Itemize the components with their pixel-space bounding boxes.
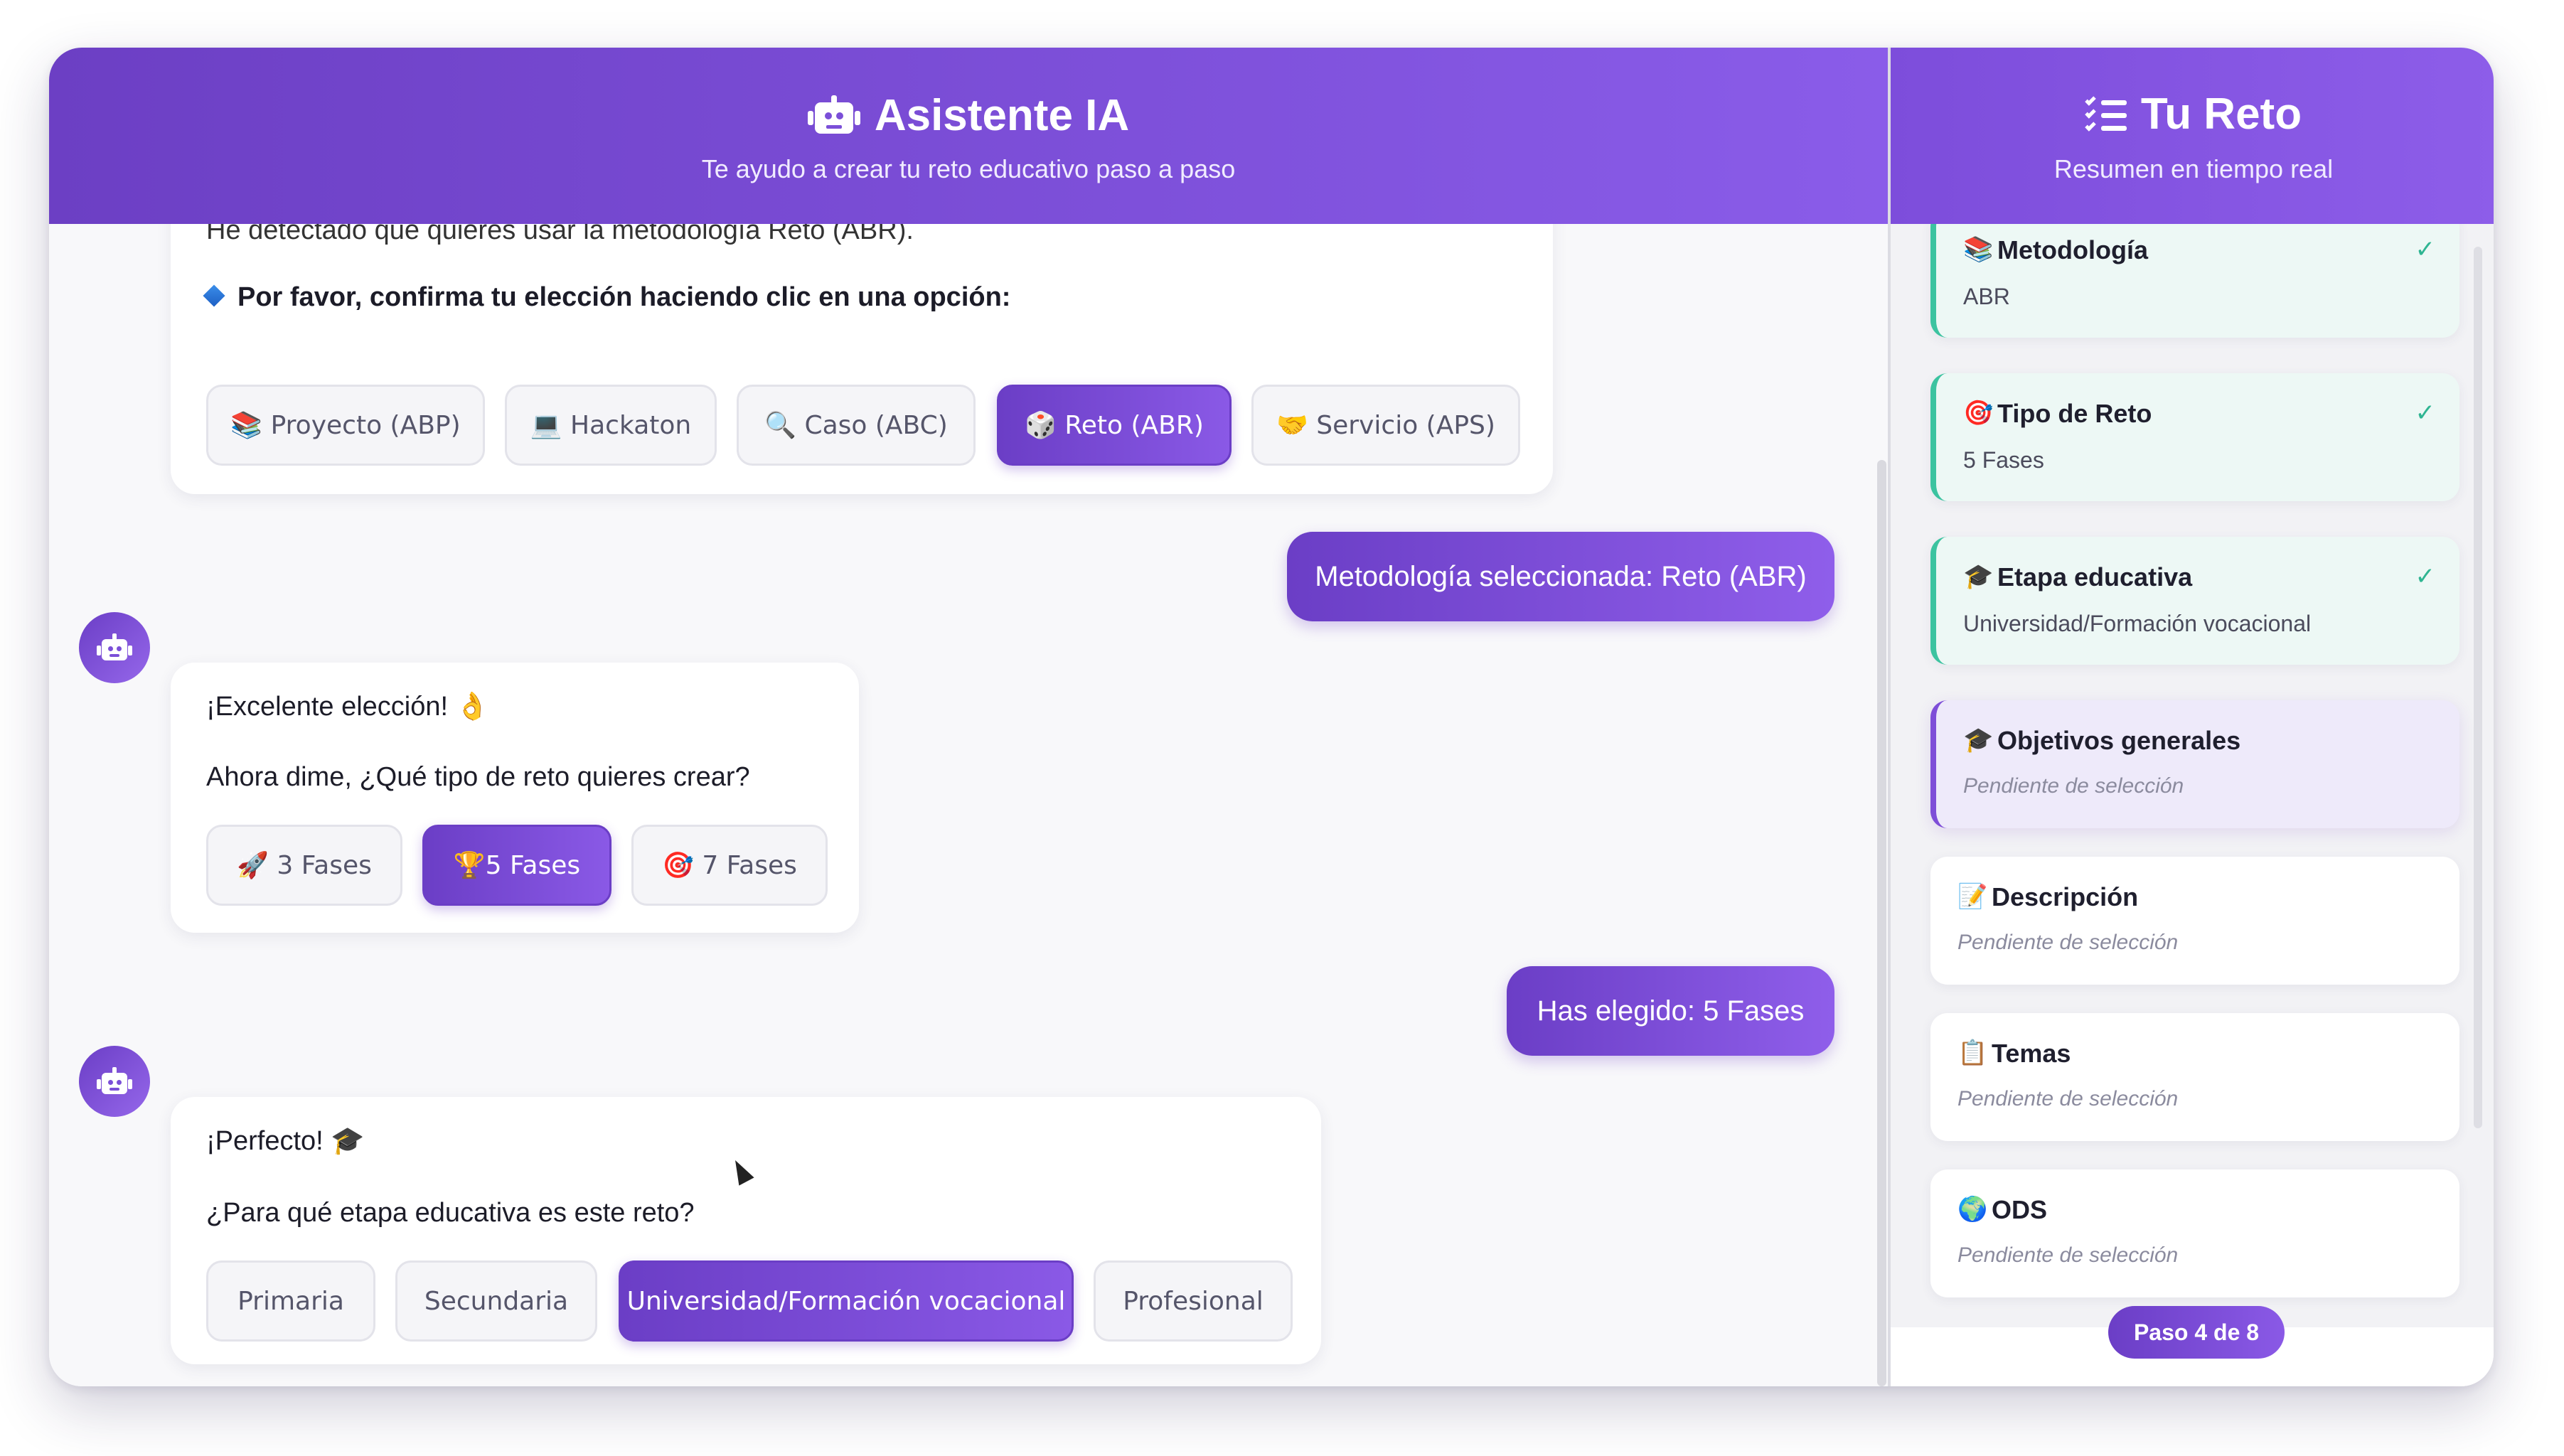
bot-message-methodology: He detectado que quieres usar la metodol… [171,224,1553,494]
summary-card-list[interactable]: 📚 Metodología ABR ✓ 🎯 Tipo de Reto 5 Fas… [1891,224,2494,1327]
card-title: Tipo de Reto [1997,399,2152,428]
app-window: Asistente IA Te ayudo a crear tu reto ed… [49,48,2494,1386]
card-value: 5 Fases [1963,447,2044,473]
summary-card-descripcion: 📝 Descripción Pendiente de selección [1930,857,2459,985]
option-reto-abr[interactable]: 🎲 Reto (ABR) [997,385,1232,466]
chat-header: Asistente IA Te ayudo a crear tu reto ed… [49,48,1888,224]
robot-icon [807,95,860,136]
card-title: Etapa educativa [1997,562,2193,592]
option-5-fases[interactable]: 🏆5 Fases [422,825,611,906]
summary-card-objetivos: 🎓 Objetivos generales Pendiente de selec… [1930,700,2459,828]
graduation-cap-icon: 🎓 [1963,562,1994,591]
summary-header: Tu Reto Resumen en tiempo real [1891,48,2494,224]
summary-card-metodologia: 📚 Metodología ABR ✓ [1930,224,2459,338]
summary-title-text: Tu Reto [2140,90,2302,139]
card-value: Pendiente de selección [1957,931,2179,954]
bot-avatar [79,612,150,683]
summary-card-temas: 📋 Temas Pendiente de selección [1930,1013,2459,1141]
memo-icon: 📝 [1957,882,1988,911]
option-caso-abc[interactable]: 🔍 Caso (ABC) [737,385,976,466]
bot-message-stage-line2: ¿Para qué etapa educativa es este reto? [206,1198,695,1228]
card-title: Descripción [1992,882,2139,911]
option-primaria[interactable]: Primaria [206,1260,375,1342]
summary-card-ods: 🌍 ODS Pendiente de selección [1930,1169,2459,1297]
option-3-fases[interactable]: 🚀 3 Fases [206,825,402,906]
check-icon: ✓ [2415,235,2436,264]
option-proyecto-abp[interactable]: 📚 Proyecto (ABP) [206,385,485,466]
summary-title: Tu Reto [1891,89,2494,139]
globe-icon: 🌍 [1957,1195,1988,1224]
card-title: Temas [1992,1039,2071,1068]
chat-panel: Asistente IA Te ayudo a crear tu reto ed… [49,48,1888,1386]
card-value: Universidad/Formación vocacional [1963,611,2312,636]
summary-panel: Tu Reto Resumen en tiempo real 📚 Metodol… [1888,48,2494,1386]
card-value: Pendiente de selección [1957,1243,2179,1267]
target-icon: 🎯 [1963,399,1994,427]
user-message-type: Has elegido: 5 Fases [1507,966,1834,1056]
summary-card-tipo-reto: 🎯 Tipo de Reto 5 Fases ✓ [1930,373,2459,501]
graduation-cap-icon: 🎓 [1963,726,1994,754]
bot-avatar [79,1046,150,1117]
chat-scrollbar[interactable] [1877,460,1886,1386]
card-value: Pendiente de selección [1963,774,2184,798]
clipboard-icon: 📋 [1957,1039,1988,1067]
chat-title: Asistente IA [49,90,1888,141]
robot-icon [97,633,132,662]
message-list[interactable]: He detectado que quieres usar la metodol… [49,224,1888,1386]
bot-message-type: ¡Excelente elección! 👌 Ahora dime, ¿Qué … [171,663,859,933]
option-servicio-aps[interactable]: 🤝 Servicio (APS) [1251,385,1520,466]
books-icon: 📚 [1963,235,1994,264]
blue-diamond-icon [203,284,225,307]
bot-message-type-line2: Ahora dime, ¿Qué tipo de reto quieres cr… [206,762,750,792]
card-value: Pendiente de selección [1957,1087,2179,1110]
option-hackaton[interactable]: 💻 Hackaton [505,385,717,466]
user-message-methodology: Metodología seleccionada: Reto (ABR) [1287,532,1834,621]
partial-line: He detectado que quieres usar la metodol… [206,224,914,245]
card-title: ODS [1992,1195,2048,1224]
option-universidad[interactable]: Universidad/Formación vocacional [619,1260,1074,1342]
bot-message-stage: ¡Perfecto! 🎓 ¿Para qué etapa educativa e… [171,1097,1321,1364]
summary-card-etapa: 🎓 Etapa educativa Universidad/Formación … [1930,537,2459,665]
check-icon: ✓ [2415,399,2436,427]
robot-icon [97,1067,132,1096]
chat-subtitle: Te ayudo a crear tu reto educativo paso … [701,154,1236,183]
confirm-prompt: Por favor, confirma tu elección haciendo… [203,282,1010,313]
option-profesional[interactable]: Profesional [1094,1260,1293,1342]
step-indicator: Paso 4 de 8 [2108,1306,2285,1359]
bot-message-type-line1: ¡Excelente elección! 👌 [206,692,489,722]
checklist-icon [2085,94,2127,133]
option-7-fases[interactable]: 🎯 7 Fases [631,825,828,906]
card-value: ABR [1963,284,2010,309]
chat-title-text: Asistente IA [874,91,1130,140]
option-secundaria[interactable]: Secundaria [395,1260,597,1342]
card-title: Metodología [1997,235,2148,264]
summary-subtitle: Resumen en tiempo real [2053,154,2334,183]
card-title: Objetivos generales [1997,726,2241,755]
summary-scrollbar[interactable] [2474,247,2482,1128]
bot-message-stage-line1: ¡Perfecto! 🎓 [206,1126,365,1156]
check-icon: ✓ [2415,562,2436,591]
